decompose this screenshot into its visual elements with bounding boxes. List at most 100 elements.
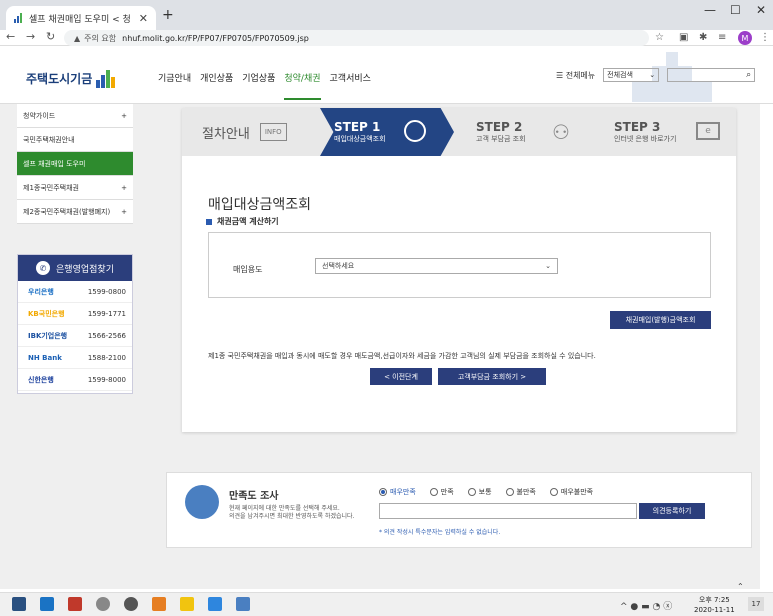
- step3: STEP 3 인터넷 은행 바로가기: [614, 120, 677, 143]
- close-window-icon[interactable]: ✕: [756, 3, 766, 17]
- office-icon[interactable]: [152, 597, 166, 611]
- radio-very-satisfied[interactable]: 매우만족: [379, 487, 416, 497]
- site-logo[interactable]: 주택도시기금: [26, 68, 116, 88]
- tab-title: 셀프 채권매입 도우미 < 청: [29, 14, 131, 25]
- plus-icon: +: [121, 207, 127, 216]
- section-subtitle: 채권금액 계산하기: [206, 216, 279, 227]
- satisfaction-survey: 만족도 조사 현재 페이지에 대한 만족도를 선택해 주세요. 의견을 남겨주시면…: [166, 472, 752, 548]
- sidebar-item-guide[interactable]: 청약가이드 +: [17, 104, 133, 128]
- store-icon[interactable]: [12, 597, 26, 611]
- clock[interactable]: 오후 7:25 2020-11-11: [694, 595, 735, 615]
- sidebar: 청약가이드 + 국민주택채권안내 셀프 채권매입 도우미 제1종국민주택채권 + 제…: [17, 104, 133, 224]
- warning-icon: ▲: [74, 33, 81, 43]
- sidebar-item-self-helper[interactable]: 셀프 채권매입 도우미: [17, 152, 133, 176]
- radio-neutral[interactable]: 보통: [467, 487, 492, 497]
- nav-customer[interactable]: 고객서비스: [330, 71, 371, 100]
- scroll-top-icon[interactable]: ⌃: [737, 582, 744, 591]
- main-nav: 기금안내 개인상품 기업상품 청약/채권 고객서비스: [158, 71, 371, 100]
- search-input[interactable]: ⌕: [667, 68, 756, 82]
- all-menu-link[interactable]: ☰ 전체메뉴: [556, 70, 595, 81]
- puzzle-icon[interactable]: ✱: [699, 32, 707, 43]
- bank-row[interactable]: IBK기업은행 1566-2566: [18, 325, 132, 347]
- bank-row[interactable]: NH Bank 1588-2100: [18, 347, 132, 369]
- address-bar-row: ← → ↻ ▲ 주의 요함 nhuf.molit.go.kr/FP/FP07/F…: [0, 30, 773, 46]
- bank-finder-header[interactable]: ✆ 은행영업점찾기: [18, 255, 132, 281]
- logo-text: 주택도시기금: [26, 71, 93, 86]
- extension-icon[interactable]: ▣: [679, 32, 688, 43]
- survey-hint: * 의견 작성시 특수문자는 입력하실 수 없습니다.: [379, 529, 501, 536]
- more-menu-icon[interactable]: ⋮: [760, 32, 770, 43]
- profile-avatar[interactable]: M: [738, 31, 752, 45]
- notification-icon[interactable]: 17: [748, 597, 764, 611]
- bond-amount-query-button[interactable]: 채권매입(발행)금액조회: [610, 311, 711, 329]
- radio-satisfied[interactable]: 만족: [429, 487, 454, 497]
- submit-opinion-button[interactable]: 의견등록하기: [639, 503, 705, 519]
- search-app-icon[interactable]: [124, 597, 138, 611]
- info-note: 제1종 국민주택채권을 매입과 동시에 매도할 경우 매도금액,선급이자와 세금…: [208, 352, 596, 360]
- customer-charge-query-button[interactable]: 고객부담금 조회하기 >: [438, 368, 546, 385]
- sidebar-item-type1[interactable]: 제1종국민주택채권 +: [17, 176, 133, 200]
- purpose-form: 매입용도 선택하세요 ⌄: [208, 232, 711, 298]
- mail-icon[interactable]: [40, 597, 54, 611]
- calculator-icon[interactable]: [236, 597, 250, 611]
- chevron-down-icon: ⌄: [545, 262, 551, 270]
- magnifier-icon: [404, 120, 426, 142]
- nav-subscription-bond[interactable]: 청약/채권: [284, 71, 321, 100]
- step2: STEP 2 고객 부담금 조회: [476, 120, 526, 143]
- prev-step-button[interactable]: < 이전단계: [370, 368, 432, 385]
- bank-row[interactable]: 신한은행 1599-8000: [18, 369, 132, 391]
- survey-title: 만족도 조사: [229, 491, 279, 502]
- browser-tab[interactable]: 셀프 채권매입 도우미 < 청 ✕: [6, 6, 156, 30]
- address-bar[interactable]: ▲ 주의 요함 nhuf.molit.go.kr/FP/FP07/FP0705/…: [64, 30, 649, 46]
- chevron-down-icon: ⌄: [649, 71, 656, 79]
- purpose-select[interactable]: 선택하세요 ⌄: [315, 258, 558, 274]
- survey-description: 현재 페이지에 대한 만족도를 선택해 주세요. 의견을 남겨주시면 최대한 반영…: [229, 505, 355, 520]
- monitor-icon: e: [696, 122, 720, 140]
- nav-personal[interactable]: 개인상품: [200, 71, 233, 100]
- survey-person-icon: [185, 485, 219, 519]
- site-header: 주택도시기금 기금안내 개인상품 기업상품 청약/채권 고객서비스 ☰ 전체메뉴…: [0, 46, 773, 104]
- page-title: 매입대상금액조회: [208, 197, 312, 213]
- phone-icon: ✆: [36, 261, 51, 275]
- system-tray[interactable]: ^ ● ▬ ◔ ⓧ: [620, 599, 672, 612]
- shield-app-icon[interactable]: [208, 597, 222, 611]
- nav-corporate[interactable]: 기업상품: [242, 71, 275, 100]
- nav-fund-info[interactable]: 기금안내: [158, 71, 191, 100]
- tab-close-icon[interactable]: ✕: [139, 12, 148, 25]
- minimize-icon[interactable]: —: [704, 3, 716, 17]
- search-icon[interactable]: ⌕: [746, 70, 751, 80]
- radio-very-dissatisfied[interactable]: 매우불만족: [549, 487, 593, 497]
- site-favicon-icon: [14, 13, 24, 23]
- sidebar-item-bond-info[interactable]: 국민주택채권안내: [17, 128, 133, 152]
- person-search-icon: ⚇: [552, 120, 570, 144]
- plus-icon: +: [121, 183, 127, 192]
- radio-dissatisfied[interactable]: 불만족: [505, 487, 536, 497]
- forward-icon[interactable]: →: [26, 30, 35, 43]
- bank-row[interactable]: KB국민은행 1599-1771: [18, 303, 132, 325]
- step-intro: 절차안내 INFO: [202, 108, 287, 156]
- main-card: 절차안내 INFO STEP 1 매입대상금액조회 STEP 2 고객 부담금 …: [182, 108, 736, 432]
- opinion-input[interactable]: [379, 503, 637, 519]
- bullet-icon: [206, 218, 212, 225]
- search-scope-select[interactable]: 전체검색 ⌄: [603, 68, 660, 82]
- bookmark-star-icon[interactable]: ☆: [655, 32, 664, 43]
- logo-mark-icon: [96, 68, 116, 88]
- back-icon[interactable]: ←: [6, 30, 15, 43]
- browser-tabstrip: 셀프 채권매입 도우미 < 청 ✕ + — ☐ ✕: [0, 0, 773, 30]
- header-utilities: ☰ 전체메뉴 전체검색 ⌄ ⌕: [556, 68, 756, 82]
- maximize-icon[interactable]: ☐: [730, 3, 741, 17]
- settings-icon[interactable]: [96, 597, 110, 611]
- survey-options: 매우만족 만족 보통 불만족 매우불만족: [379, 487, 593, 497]
- new-tab-icon[interactable]: +: [162, 7, 174, 23]
- sidebar-item-type2[interactable]: 제2종국민주택채권(발행폐지) +: [17, 200, 133, 224]
- purpose-label: 매입용도: [233, 265, 263, 274]
- bank-row[interactable]: 우리은행 1599-0800: [18, 281, 132, 303]
- step-indicator: 절차안내 INFO STEP 1 매입대상금액조회 STEP 2 고객 부담금 …: [182, 108, 736, 156]
- plus-icon: +: [121, 111, 127, 120]
- info-sign-icon: INFO: [259, 123, 287, 141]
- reading-list-icon[interactable]: ≡: [718, 32, 726, 43]
- reload-icon[interactable]: ↻: [46, 30, 55, 43]
- app-icon[interactable]: [68, 597, 82, 611]
- kakao-icon[interactable]: [180, 597, 194, 611]
- taskbar: ^ ● ▬ ◔ ⓧ 오후 7:25 2020-11-11 17: [0, 592, 773, 616]
